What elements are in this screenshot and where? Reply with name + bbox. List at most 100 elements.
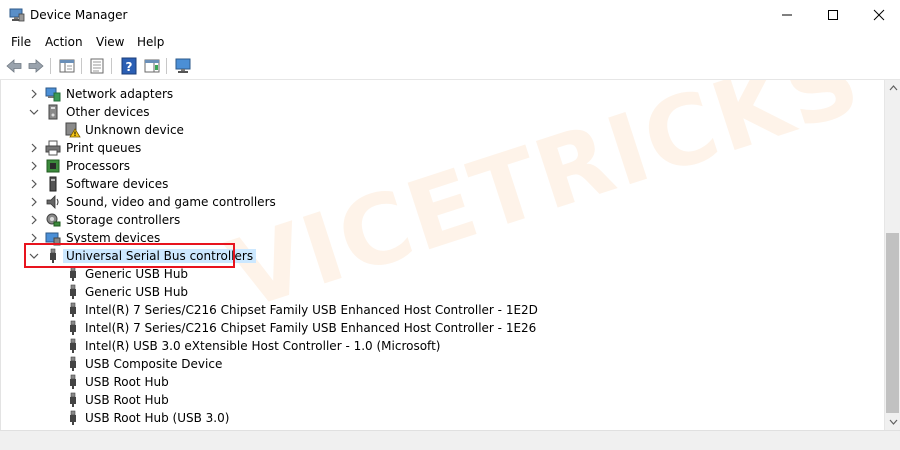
tree-node-label: Generic USB Hub — [85, 285, 189, 299]
tree-node-label: Intel(R) 7 Series/C216 Chipset Family US… — [85, 321, 537, 335]
usb-plug-icon — [70, 266, 76, 281]
usb-plug-icon — [70, 356, 76, 371]
tree-node-label: USB Root Hub — [85, 375, 169, 389]
scrollbar-thumb[interactable] — [886, 233, 899, 413]
chevron-right-icon[interactable] — [29, 179, 39, 189]
scan-hardware-monitor-icon[interactable] — [174, 57, 192, 75]
printer-icon — [45, 140, 61, 156]
chevron-right-icon[interactable] — [29, 143, 39, 153]
horizontal-scrollbar[interactable] — [0, 430, 900, 450]
tree-node-other-devices[interactable]: Other devices — [1, 103, 884, 121]
tree-node-system-devices[interactable]: System devices — [1, 229, 884, 247]
tree-node-software-devices[interactable]: Software devices — [1, 175, 884, 193]
tree-node-label: USB Root Hub — [85, 393, 169, 407]
tree-node-generic-usb-hub[interactable]: Generic USB Hub — [1, 265, 884, 283]
scroll-down-button[interactable] — [885, 414, 900, 430]
tree-node-label: Software devices — [66, 177, 169, 191]
usb-plug-icon — [70, 284, 76, 299]
system-device-icon — [45, 232, 61, 246]
menu-file[interactable]: File — [11, 35, 31, 49]
tree-node-print-queues[interactable]: Print queues — [1, 139, 884, 157]
menu-action[interactable]: Action — [45, 35, 83, 49]
tree-node-label: Processors — [66, 159, 131, 173]
other-devices-icon — [48, 104, 58, 120]
show-hide-console-tree-icon[interactable] — [58, 57, 76, 75]
properties-sheet-icon[interactable] — [88, 57, 106, 75]
tree-node-label: Unknown device — [85, 123, 184, 137]
svg-text:?: ? — [126, 60, 133, 74]
usb-plug-icon — [50, 248, 56, 263]
maximize-icon — [828, 10, 838, 20]
help-icon[interactable]: ? — [120, 57, 138, 75]
chevron-down-icon — [889, 419, 897, 425]
chevron-right-icon[interactable] — [29, 215, 39, 225]
toolbar-separator — [81, 58, 82, 74]
speaker-icon — [46, 195, 59, 209]
vertical-scrollbar[interactable] — [884, 80, 900, 430]
minimize-button[interactable] — [764, 0, 810, 30]
tree-node-sound-video-game-controllers[interactable]: Sound, video and game controllers — [1, 193, 884, 211]
chevron-right-icon[interactable] — [29, 89, 39, 99]
menu-help[interactable]: Help — [137, 35, 164, 49]
device-manager-icon — [9, 8, 25, 22]
toolbar-separator — [50, 58, 51, 74]
tree-node-label: Storage controllers — [66, 213, 181, 227]
software-device-icon — [49, 176, 57, 192]
toolbar: ? — [0, 53, 900, 80]
toolbar-separator — [166, 58, 167, 74]
scroll-up-button[interactable] — [885, 80, 900, 96]
network-adapter-icon — [45, 87, 61, 102]
usb-plug-icon — [70, 338, 76, 353]
chevron-right-icon[interactable] — [29, 233, 39, 243]
chevron-down-icon[interactable] — [29, 107, 39, 117]
minimize-icon — [782, 14, 792, 16]
usb-plug-icon — [70, 320, 76, 335]
storage-controller-icon — [46, 213, 61, 227]
tree-node-label: USB Root Hub (USB 3.0) — [85, 411, 230, 425]
action-pane-icon[interactable] — [143, 57, 161, 75]
close-button[interactable] — [856, 0, 900, 30]
tree-node-label: Print queues — [66, 141, 142, 155]
tree-node-intel-ehci-1e26[interactable]: Intel(R) 7 Series/C216 Chipset Family US… — [1, 319, 884, 337]
back-arrow-icon[interactable] — [5, 57, 23, 75]
chevron-right-icon[interactable] — [29, 161, 39, 171]
tree-node-label: Universal Serial Bus controllers — [63, 249, 257, 263]
tree-node-intel-ehci-1e2d[interactable]: Intel(R) 7 Series/C216 Chipset Family US… — [1, 301, 884, 319]
tree-node-generic-usb-hub[interactable]: Generic USB Hub — [1, 283, 884, 301]
usb-plug-icon — [70, 392, 76, 407]
tree-node-usb-root-hub[interactable]: USB Root Hub — [1, 391, 884, 409]
tree-node-unknown-device[interactable]: Unknown device — [1, 121, 884, 139]
unknown-device-warning-icon — [65, 122, 81, 138]
usb-plug-icon — [70, 302, 76, 317]
device-tree: VICETRICKS Network adapters Other device… — [0, 80, 884, 430]
tree-node-processors[interactable]: Processors — [1, 157, 884, 175]
tree-node-usb-root-hub-usb3[interactable]: USB Root Hub (USB 3.0) — [1, 409, 884, 427]
processor-icon — [46, 159, 60, 173]
close-icon — [873, 9, 885, 21]
tree-node-usb-root-hub[interactable]: USB Root Hub — [1, 373, 884, 391]
tree-node-usb-composite-device[interactable]: USB Composite Device — [1, 355, 884, 373]
usb-plug-icon — [70, 374, 76, 389]
tree-node-label: Network adapters — [66, 87, 174, 101]
chevron-down-icon[interactable] — [29, 251, 39, 261]
tree-node-label: Intel(R) 7 Series/C216 Chipset Family US… — [85, 303, 538, 317]
tree-node-label: Intel(R) USB 3.0 eXtensible Host Control… — [85, 339, 441, 353]
window-title: Device Manager — [30, 8, 128, 22]
tree-node-intel-usb3-xhci[interactable]: Intel(R) USB 3.0 eXtensible Host Control… — [1, 337, 884, 355]
menu-view[interactable]: View — [96, 35, 124, 49]
maximize-button[interactable] — [810, 0, 856, 30]
tree-node-network-adapters[interactable]: Network adapters — [1, 85, 884, 103]
forward-arrow-icon[interactable] — [27, 57, 45, 75]
chevron-up-icon — [889, 85, 897, 91]
tree-node-usb-controllers[interactable]: Universal Serial Bus controllers — [1, 247, 884, 265]
tree-node-label: USB Composite Device — [85, 357, 223, 371]
tree-node-storage-controllers[interactable]: Storage controllers — [1, 211, 884, 229]
tree-node-label: Generic USB Hub — [85, 267, 189, 281]
menu-bar: File Action View Help — [0, 30, 900, 53]
tree-node-label: System devices — [66, 231, 161, 245]
tree-node-label: Other devices — [66, 105, 150, 119]
tree-node-label: Sound, video and game controllers — [66, 195, 276, 209]
chevron-right-icon[interactable] — [29, 197, 39, 207]
toolbar-separator — [111, 58, 112, 74]
usb-plug-icon — [70, 410, 76, 425]
